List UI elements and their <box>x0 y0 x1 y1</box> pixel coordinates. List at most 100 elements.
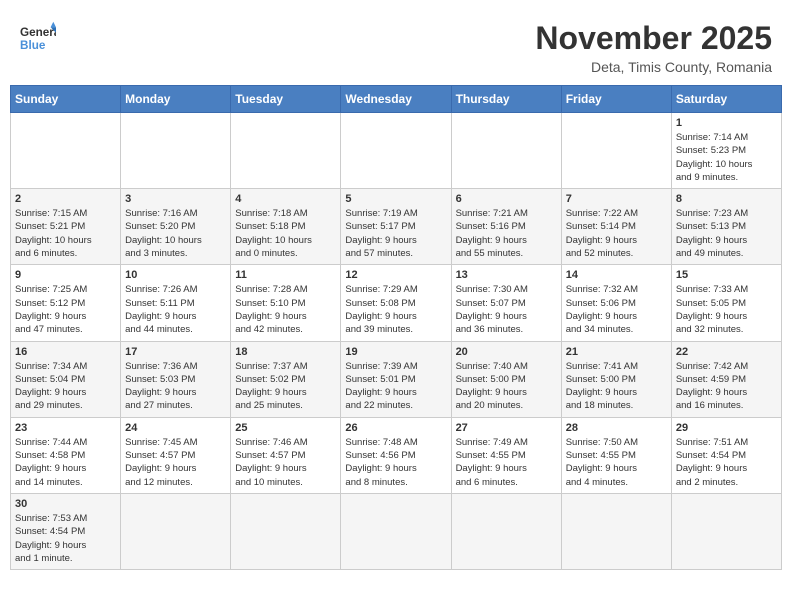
day-number: 24 <box>125 422 226 434</box>
logo-icon: General Blue <box>20 20 56 56</box>
calendar-cell <box>11 113 121 189</box>
calendar-cell <box>231 493 341 569</box>
day-number: 14 <box>566 269 667 281</box>
calendar-cell <box>231 113 341 189</box>
day-number: 2 <box>15 193 116 205</box>
day-info: Sunrise: 7:53 AMSunset: 4:54 PMDaylight:… <box>15 512 116 565</box>
day-info: Sunrise: 7:41 AMSunset: 5:00 PMDaylight:… <box>566 360 667 413</box>
svg-text:Blue: Blue <box>20 39 46 52</box>
calendar-cell: 2Sunrise: 7:15 AMSunset: 5:21 PMDaylight… <box>11 189 121 265</box>
calendar-cell: 16 Sunrise: 7:34 AMSunset: 5:04 PMDayligh… <box>11 341 121 417</box>
day-info: Sunrise: 7:42 AMSunset: 4:59 PMDaylight:… <box>676 360 777 413</box>
day-info: Sunrise: 7:34 AMSunset: 5:04 PMDaylight:… <box>15 360 116 413</box>
calendar-cell: 26Sunrise: 7:48 AMSunset: 4:56 PMDayligh… <box>341 417 451 493</box>
calendar-cell: 11 Sunrise: 7:28 AMSunset: 5:10 PMDayligh… <box>231 265 341 341</box>
day-info: Sunrise: 7:14 AMSunset: 5:23 PMDaylight:… <box>676 131 777 184</box>
calendar-cell: 1 Sunrise: 7:14 AMSunset: 5:23 PMDaylight… <box>671 113 781 189</box>
day-info: Sunrise: 7:26 AMSunset: 5:11 PMDaylight:… <box>125 283 226 336</box>
calendar-cell: 10 Sunrise: 7:26 AMSunset: 5:11 PMDayligh… <box>121 265 231 341</box>
calendar-week-row: 30Sunrise: 7:53 AMSunset: 4:54 PMDayligh… <box>11 493 782 569</box>
weekday-header-row: SundayMondayTuesdayWednesdayThursdayFrid… <box>11 86 782 113</box>
day-number: 15 <box>676 269 777 281</box>
day-info: Sunrise: 7:36 AMSunset: 5:03 PMDaylight:… <box>125 360 226 413</box>
day-info: Sunrise: 7:39 AMSunset: 5:01 PMDaylight:… <box>345 360 446 413</box>
day-info: Sunrise: 7:51 AMSunset: 4:54 PMDaylight:… <box>676 436 777 489</box>
calendar-cell <box>121 493 231 569</box>
weekday-header-tuesday: Tuesday <box>231 86 341 113</box>
weekday-header-friday: Friday <box>561 86 671 113</box>
calendar-cell: 18Sunrise: 7:37 AMSunset: 5:02 PMDayligh… <box>231 341 341 417</box>
day-number: 21 <box>566 346 667 358</box>
day-number: 28 <box>566 422 667 434</box>
day-info: Sunrise: 7:29 AMSunset: 5:08 PMDaylight:… <box>345 283 446 336</box>
day-info: Sunrise: 7:32 AMSunset: 5:06 PMDaylight:… <box>566 283 667 336</box>
calendar-cell: 9Sunrise: 7:25 AMSunset: 5:12 PMDaylight… <box>11 265 121 341</box>
day-info: Sunrise: 7:22 AMSunset: 5:14 PMDaylight:… <box>566 207 667 260</box>
calendar-cell: 12 Sunrise: 7:29 AMSunset: 5:08 PMDayligh… <box>341 265 451 341</box>
day-number: 7 <box>566 193 667 205</box>
day-info: Sunrise: 7:28 AMSunset: 5:10 PMDaylight:… <box>235 283 336 336</box>
calendar-cell: 28 Sunrise: 7:50 AMSunset: 4:55 PMDayligh… <box>561 417 671 493</box>
day-number: 3 <box>125 193 226 205</box>
calendar-cell: 20Sunrise: 7:40 AMSunset: 5:00 PMDayligh… <box>451 341 561 417</box>
calendar-cell: 14 Sunrise: 7:32 AMSunset: 5:06 PMDayligh… <box>561 265 671 341</box>
svg-text:General: General <box>20 26 56 39</box>
calendar-cell: 22 Sunrise: 7:42 AMSunset: 4:59 PMDayligh… <box>671 341 781 417</box>
day-info: Sunrise: 7:21 AMSunset: 5:16 PMDaylight:… <box>456 207 557 260</box>
day-info: Sunrise: 7:37 AMSunset: 5:02 PMDaylight:… <box>235 360 336 413</box>
day-number: 16 <box>15 346 116 358</box>
calendar-cell <box>561 113 671 189</box>
calendar-cell <box>451 493 561 569</box>
day-number: 29 <box>676 422 777 434</box>
day-number: 11 <box>235 269 336 281</box>
calendar-cell <box>121 113 231 189</box>
calendar-cell: 27 Sunrise: 7:49 AMSunset: 4:55 PMDayligh… <box>451 417 561 493</box>
calendar-week-row: 9Sunrise: 7:25 AMSunset: 5:12 PMDaylight… <box>11 265 782 341</box>
calendar-cell: 6 Sunrise: 7:21 AMSunset: 5:16 PMDaylight… <box>451 189 561 265</box>
day-number: 6 <box>456 193 557 205</box>
day-number: 5 <box>345 193 446 205</box>
day-info: Sunrise: 7:18 AMSunset: 5:18 PMDaylight:… <box>235 207 336 260</box>
calendar-cell: 19 Sunrise: 7:39 AMSunset: 5:01 PMDayligh… <box>341 341 451 417</box>
day-info: Sunrise: 7:49 AMSunset: 4:55 PMDaylight:… <box>456 436 557 489</box>
page-header: General Blue November 2025 Deta, Timis C… <box>10 10 782 80</box>
calendar-cell: 13Sunrise: 7:30 AMSunset: 5:07 PMDayligh… <box>451 265 561 341</box>
day-number: 10 <box>125 269 226 281</box>
day-info: Sunrise: 7:19 AMSunset: 5:17 PMDaylight:… <box>345 207 446 260</box>
day-number: 12 <box>345 269 446 281</box>
weekday-header-sunday: Sunday <box>11 86 121 113</box>
day-number: 20 <box>456 346 557 358</box>
day-number: 1 <box>676 117 777 129</box>
calendar-week-row: 23Sunrise: 7:44 AMSunset: 4:58 PMDayligh… <box>11 417 782 493</box>
logo: General Blue <box>20 20 56 56</box>
day-info: Sunrise: 7:30 AMSunset: 5:07 PMDaylight:… <box>456 283 557 336</box>
day-info: Sunrise: 7:50 AMSunset: 4:55 PMDaylight:… <box>566 436 667 489</box>
day-number: 22 <box>676 346 777 358</box>
day-info: Sunrise: 7:45 AMSunset: 4:57 PMDaylight:… <box>125 436 226 489</box>
day-number: 27 <box>456 422 557 434</box>
calendar-cell: 4 Sunrise: 7:18 AMSunset: 5:18 PMDaylight… <box>231 189 341 265</box>
day-info: Sunrise: 7:16 AMSunset: 5:20 PMDaylight:… <box>125 207 226 260</box>
weekday-header-wednesday: Wednesday <box>341 86 451 113</box>
calendar-table: SundayMondayTuesdayWednesdayThursdayFrid… <box>10 85 782 570</box>
location: Deta, Timis County, Romania <box>535 59 772 75</box>
calendar-cell: 8Sunrise: 7:23 AMSunset: 5:13 PMDaylight… <box>671 189 781 265</box>
calendar-week-row: 16 Sunrise: 7:34 AMSunset: 5:04 PMDayligh… <box>11 341 782 417</box>
day-info: Sunrise: 7:25 AMSunset: 5:12 PMDaylight:… <box>15 283 116 336</box>
weekday-header-saturday: Saturday <box>671 86 781 113</box>
day-number: 17 <box>125 346 226 358</box>
day-number: 4 <box>235 193 336 205</box>
calendar-cell: 25Sunrise: 7:46 AMSunset: 4:57 PMDayligh… <box>231 417 341 493</box>
calendar-cell: 23Sunrise: 7:44 AMSunset: 4:58 PMDayligh… <box>11 417 121 493</box>
day-number: 23 <box>15 422 116 434</box>
day-number: 19 <box>345 346 446 358</box>
calendar-cell: 7 Sunrise: 7:22 AMSunset: 5:14 PMDaylight… <box>561 189 671 265</box>
calendar-cell <box>451 113 561 189</box>
calendar-cell: 5 Sunrise: 7:19 AMSunset: 5:17 PMDaylight… <box>341 189 451 265</box>
month-title: November 2025 <box>535 20 772 57</box>
calendar-cell <box>341 493 451 569</box>
day-number: 26 <box>345 422 446 434</box>
calendar-cell: 24 Sunrise: 7:45 AMSunset: 4:57 PMDayligh… <box>121 417 231 493</box>
day-info: Sunrise: 7:33 AMSunset: 5:05 PMDaylight:… <box>676 283 777 336</box>
calendar-week-row: 1 Sunrise: 7:14 AMSunset: 5:23 PMDaylight… <box>11 113 782 189</box>
